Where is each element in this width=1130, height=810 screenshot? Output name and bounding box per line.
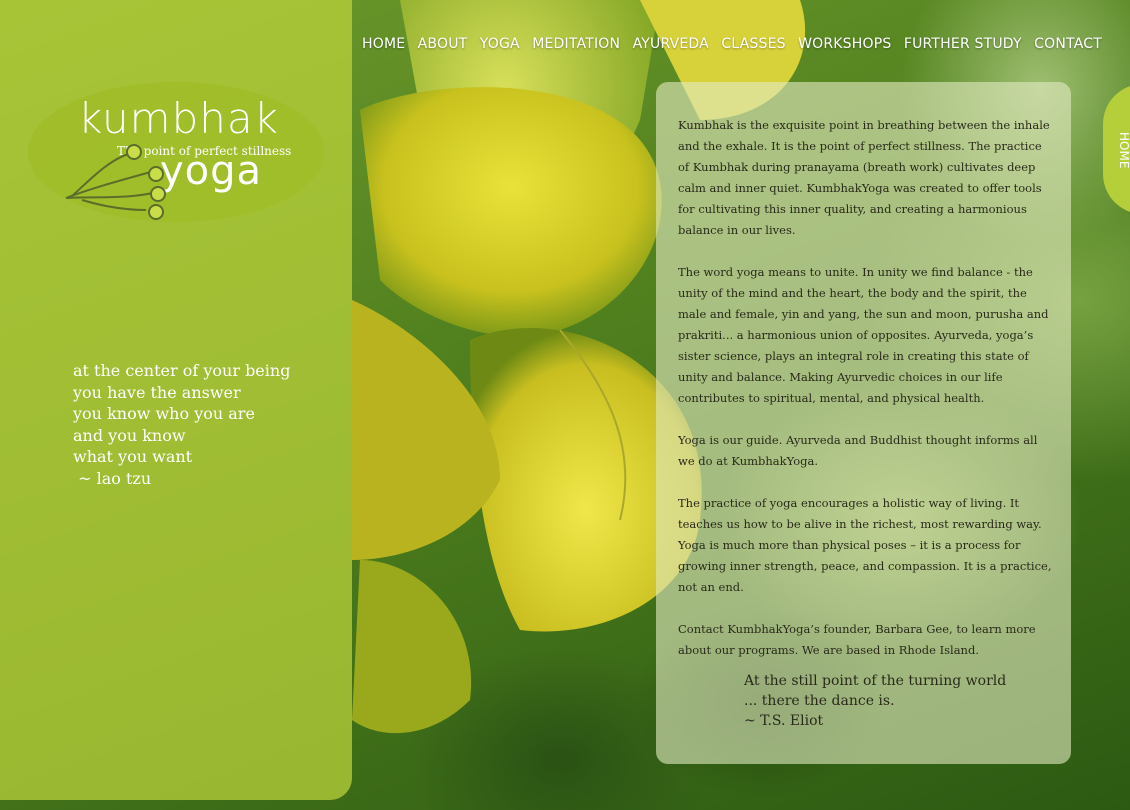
poem-line: you have the answer (73, 382, 241, 402)
main-navigation: HOME ABOUT YOGA MEDITATION AYURVEDA CLAS… (362, 36, 1102, 52)
kumbhak-yoga-logo[interactable]: kumbhak The point of perfect stillness y… (28, 82, 324, 222)
poem-line: you know who you are (73, 404, 255, 424)
poem-line: what you want (73, 447, 193, 467)
left-sidebar-panel: kumbhak The point of perfect stillness y… (0, 0, 352, 800)
quote-attribution: ~ T.S. Eliot (744, 713, 824, 729)
logo-branch-icon (65, 144, 166, 220)
quote-line: At the still point of the turning world (744, 673, 1007, 689)
eliot-quote: At the still point of the turning world … (744, 671, 1006, 731)
nav-contact[interactable]: CONTACT (1034, 36, 1102, 52)
paragraph: Kumbhak is the exquisite point in breath… (678, 118, 1050, 237)
side-home-tab-label: HOME (1117, 132, 1130, 169)
content-panel: Kumbhak is the exquisite point in breath… (656, 82, 1071, 764)
paragraph: Contact KumbhakYoga’s founder, Barbara G… (678, 622, 1036, 657)
nav-about[interactable]: ABOUT (418, 36, 468, 52)
nav-workshops[interactable]: WORKSHOPS (798, 36, 891, 52)
poem-line: at the center of your being (73, 361, 291, 380)
nav-classes[interactable]: CLASSES (721, 36, 785, 52)
nav-home[interactable]: HOME (362, 36, 405, 52)
quote-line: ... there the dance is. (744, 693, 895, 709)
nav-yoga[interactable]: YOGA (480, 36, 520, 52)
content-text: Kumbhak is the exquisite point in breath… (678, 115, 1054, 682)
nav-further-study[interactable]: FURTHER STUDY (904, 36, 1022, 52)
paragraph: The word yoga means to unite. In unity w… (678, 265, 1049, 405)
logo-word-yoga: yoga (160, 148, 263, 194)
paragraph: Yoga is our guide. Ayurveda and Buddhist… (678, 433, 1038, 468)
lao-tzu-quote: at the center of your being you have the… (73, 360, 290, 490)
nav-ayurveda[interactable]: AYURVEDA (633, 36, 709, 52)
poem-line: and you know (73, 425, 186, 445)
poem-attribution: ~ lao tzu (73, 468, 152, 488)
nav-meditation[interactable]: MEDITATION (532, 36, 620, 52)
paragraph: The practice of yoga encourages a holist… (678, 496, 1052, 594)
logo-word-kumbhak: kumbhak (78, 94, 279, 143)
